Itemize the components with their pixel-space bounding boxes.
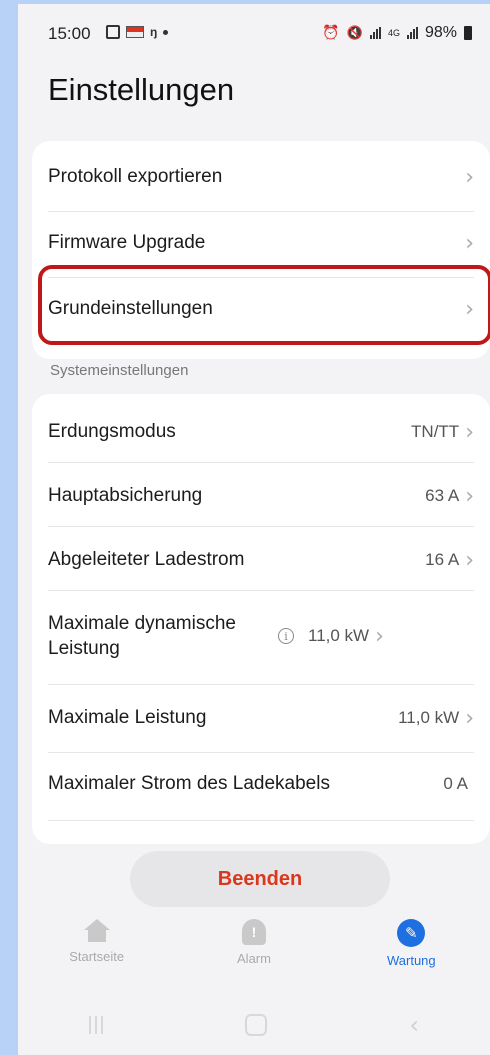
divider	[48, 462, 474, 463]
chevron-right-icon: ›	[465, 705, 474, 731]
chevron-right-icon: ›	[465, 419, 474, 445]
setting-maximale-leistung[interactable]: Maximale Leistung 11,0 kW ›	[48, 700, 474, 736]
recents-icon[interactable]	[89, 1016, 104, 1034]
gallery-icon	[106, 25, 120, 39]
bottom-nav: Startseite ! Alarm ✎ Wartung	[18, 919, 490, 989]
chevron-right-icon: ›	[465, 164, 474, 190]
divider	[48, 590, 474, 591]
exit-button[interactable]: Beenden	[130, 851, 390, 907]
section-title: Systemeinstellungen	[50, 362, 189, 379]
status-time: 15:00	[48, 24, 91, 43]
signal-2-icon	[406, 27, 418, 39]
menu-item-firmware[interactable]: Firmware Upgrade ›	[48, 225, 474, 261]
settings-card: Erdungsmodus TN/TT › Hauptabsicherung 63…	[32, 394, 490, 844]
flag-icon	[126, 26, 144, 38]
divider	[48, 684, 474, 685]
menu-item-protokoll[interactable]: Protokoll exportieren ›	[48, 159, 474, 195]
signal-icon	[369, 27, 381, 39]
page-title: Einstellungen	[48, 72, 235, 107]
chevron-right-icon: ›	[465, 230, 474, 256]
battery-percent: 98%	[424, 24, 457, 41]
network-type: 4G	[387, 28, 400, 38]
divider	[48, 526, 474, 527]
setting-erdungsmodus[interactable]: Erdungsmodus TN/TT ›	[48, 414, 474, 450]
setting-ladestrom[interactable]: Abgeleiteter Ladestrom 16 A ›	[48, 542, 474, 578]
info-icon[interactable]: i	[278, 628, 294, 644]
setting-hauptabsicherung[interactable]: Hauptabsicherung 63 A ›	[48, 478, 474, 514]
highlight-box	[38, 265, 490, 345]
back-icon[interactable]: ‹	[409, 1011, 419, 1039]
nav-item-startseite[interactable]: Startseite	[18, 919, 175, 989]
chevron-right-icon: ›	[465, 547, 474, 573]
nav-item-alarm[interactable]: ! Alarm	[175, 919, 332, 989]
home-icon	[83, 919, 110, 943]
mute-icon: 🔇	[346, 25, 363, 41]
chevron-right-icon: ›	[375, 623, 384, 649]
alarm-icon: !	[241, 919, 266, 945]
chevron-right-icon: ›	[465, 483, 474, 509]
setting-ladekabel-strom[interactable]: Maximaler Strom des Ladekabels 0 A	[48, 766, 474, 802]
status-bar: 15:00 ŋ ⏰ 🔇 4G 98%	[18, 4, 490, 60]
teams-icon: ŋ	[150, 25, 158, 39]
alarm-clock-icon: ⏰	[322, 25, 340, 41]
divider	[48, 820, 474, 821]
setting-dynamische-leistung[interactable]: Maximale dynamische Leistung i 11,0 kW ›	[48, 604, 474, 668]
divider	[48, 211, 474, 212]
wrench-icon: ✎	[397, 919, 426, 947]
divider	[48, 752, 474, 753]
home-button-icon[interactable]	[245, 1014, 268, 1036]
battery-icon	[464, 26, 472, 40]
system-nav-bar: ‹	[18, 995, 490, 1055]
more-dot-icon	[163, 29, 169, 35]
nav-item-wartung[interactable]: ✎ Wartung	[333, 919, 490, 989]
phone-screen: 15:00 ŋ ⏰ 🔇 4G 98% Einstellungen Protoko…	[18, 4, 490, 1055]
